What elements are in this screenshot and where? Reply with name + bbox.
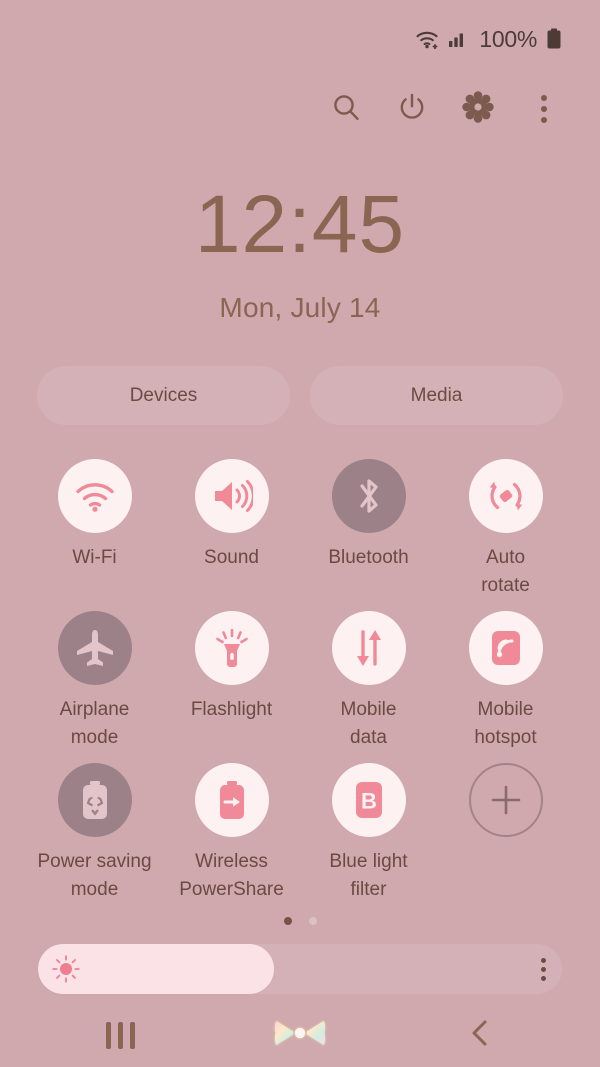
wifi-icon (57, 459, 132, 533)
media-button[interactable]: Media (310, 366, 563, 425)
toggle-power-saving-mode[interactable]: Power saving mode (26, 755, 163, 903)
toggle-mobile-data[interactable]: Mobile data (300, 603, 437, 751)
toggle-label: Mobile hotspot (474, 699, 537, 748)
more-options-button[interactable] (522, 87, 566, 131)
flashlight-icon (194, 611, 269, 686)
toggle-sound[interactable]: Sound (163, 451, 300, 599)
search-icon (331, 92, 361, 127)
toggle-airplane-mode[interactable]: Airplane mode (26, 603, 163, 751)
toggle-label: Wi-Fi (72, 547, 117, 568)
toggle-label: Airplane mode (59, 699, 130, 748)
devices-button[interactable]: Devices (37, 366, 290, 425)
add-toggle-button[interactable] (437, 755, 574, 903)
toggle-label: Blue light filter (329, 851, 408, 900)
airplane-icon (57, 611, 132, 686)
home-bow-icon (273, 1016, 327, 1055)
clock-time[interactable]: 12:45 (0, 184, 600, 266)
clock-area: 12:45 Mon, July 14 (0, 184, 600, 324)
search-button[interactable] (324, 87, 368, 131)
wifi-icon (415, 29, 441, 49)
blue-light-filter-icon: B (331, 763, 406, 838)
quick-toggle-grid: Wi-Fi Sound Bluetooth Auto rotate Airpla… (0, 451, 600, 903)
battery-percent-label: 100% (479, 25, 537, 52)
page-dot-1[interactable] (283, 917, 292, 926)
toggle-blue-light-filter[interactable]: B Blue light filter (300, 755, 437, 903)
navigation-bar (0, 1003, 600, 1067)
toggle-label: Power saving mode (37, 851, 152, 900)
cellular-signal-icon (448, 30, 468, 48)
devices-media-row: Devices Media (0, 366, 600, 425)
auto-rotate-icon (468, 459, 543, 533)
toggle-label: Bluetooth (328, 547, 409, 568)
clock-date[interactable]: Mon, July 14 (0, 292, 600, 324)
mobile-hotspot-icon (468, 611, 543, 686)
sound-icon (194, 459, 269, 533)
page-indicator (0, 915, 600, 927)
wireless-powershare-icon (194, 763, 269, 838)
brightness-slider[interactable] (38, 944, 562, 995)
toggle-label: Auto rotate (481, 547, 530, 596)
plus-icon (468, 763, 543, 838)
status-bar: 100% (0, 0, 600, 78)
toggle-wireless-powershare[interactable]: Wireless PowerShare (163, 755, 300, 903)
back-chevron-icon (467, 1018, 493, 1053)
settings-button[interactable] (456, 87, 500, 131)
back-button[interactable] (450, 1013, 510, 1057)
mobile-data-icon (331, 611, 406, 686)
toggle-mobile-hotspot[interactable]: Mobile hotspot (437, 603, 574, 751)
toggle-label: Mobile data (340, 699, 397, 748)
toggle-auto-rotate[interactable]: Auto rotate (437, 451, 574, 599)
recents-icon (105, 1021, 135, 1049)
brightness-more-button[interactable] (541, 956, 546, 983)
page-dot-2[interactable] (308, 917, 317, 926)
brightness-sun-icon (51, 954, 81, 984)
toggle-bluetooth[interactable]: Bluetooth (300, 451, 437, 599)
toggle-label: Wireless PowerShare (179, 851, 284, 900)
quick-settings-panel: 100% 12:45 Mon, July 14 Devices Media Wi… (0, 0, 600, 1067)
kebab-menu-icon (541, 93, 547, 126)
recents-button[interactable] (90, 1013, 150, 1057)
bluetooth-icon (331, 459, 406, 533)
power-icon (397, 92, 427, 127)
toggle-label: Sound (204, 547, 259, 568)
toggle-flashlight[interactable]: Flashlight (163, 603, 300, 751)
gear-icon (462, 90, 494, 128)
quick-settings-header (0, 78, 600, 140)
toggle-label: Flashlight (190, 699, 273, 721)
toggle-wi-fi[interactable]: Wi-Fi (26, 451, 163, 599)
power-saving-icon (57, 763, 132, 838)
battery-full-icon (546, 28, 562, 50)
power-button[interactable] (390, 87, 434, 131)
svg-text:B: B (361, 789, 377, 814)
home-button[interactable] (270, 1013, 330, 1057)
